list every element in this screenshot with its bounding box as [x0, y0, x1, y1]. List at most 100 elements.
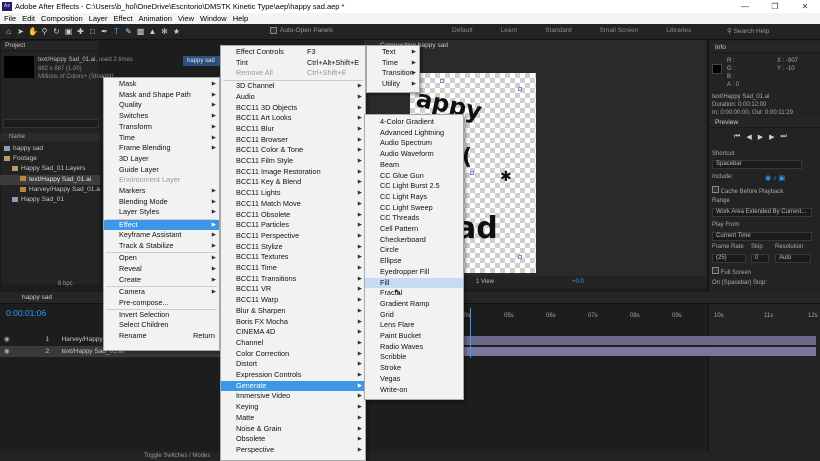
menu-item-blur-sharpen[interactable]: Blur & Sharpen ▶ [221, 306, 365, 317]
menu-item-perspective[interactable]: Perspective ▶ [221, 445, 365, 456]
menu-item-generate[interactable]: Generate ▶ [221, 380, 365, 392]
full-screen-option[interactable]: Full Screen [712, 267, 751, 276]
menu-item-3d-channel[interactable]: 3D Channel ▶ [221, 81, 365, 92]
play-from-select[interactable]: Current Time [712, 232, 812, 241]
menu-item-bcc11-transitions[interactable]: BCC11 Transitions ▶ [221, 274, 365, 285]
layer-bar-1[interactable] [464, 336, 816, 345]
eraser-tool-icon[interactable]: ▲ [148, 26, 157, 37]
menu-item-transition[interactable]: Transition ▶ [367, 68, 419, 79]
menu-item-bcc11-browser[interactable]: BCC11 Browser ▶ [221, 135, 365, 146]
shortcut-select[interactable]: Spacebar [712, 160, 802, 169]
menu-animation[interactable]: Animation [139, 13, 172, 24]
menu-item-channel[interactable]: Channel ▶ [221, 338, 365, 349]
menu-item-time[interactable]: Time ▶ [367, 58, 419, 69]
menu-item-boris-fx-mocha[interactable]: Boris FX Mocha ▶ [221, 317, 365, 328]
workspace-libraries[interactable]: Libraries [666, 27, 691, 34]
menu-item-immersive-video[interactable]: Immersive Video ▶ [221, 391, 365, 402]
workspace-default[interactable]: Default [452, 27, 473, 34]
menu-item-utility[interactable]: Utility ▶ [367, 79, 419, 90]
menu-item-audio-spectrum[interactable]: Audio Spectrum [365, 138, 463, 149]
close-icon[interactable]: ✕ [790, 0, 820, 13]
workspace-small-screen[interactable]: Small Screen [600, 27, 639, 34]
menu-item-bcc11-warp[interactable]: BCC11 Warp ▶ [221, 295, 365, 306]
transform-handle[interactable] [518, 87, 522, 91]
next-frame-icon[interactable]: ▶ [769, 133, 774, 141]
menu-item-bcc11-obsolete[interactable]: BCC11 Obsolete ▶ [221, 210, 365, 221]
menu-item-stroke[interactable]: Stroke [365, 363, 463, 374]
project-tree-item[interactable]: Happy Sad_01 Layers [0, 164, 100, 174]
menu-item-bcc11-perspective[interactable]: BCC11 Perspective ▶ [221, 231, 365, 242]
menu-item-create[interactable]: Create ▶ [104, 275, 219, 286]
menu-item-cinema-4d[interactable]: CINEMA 4D ▶ [221, 327, 365, 338]
menu-item-quality[interactable]: Quality ▶ [104, 100, 219, 111]
resolution-select[interactable]: Auto [775, 254, 811, 263]
timeline-tab[interactable]: happy sad [22, 294, 52, 301]
transform-handle[interactable] [470, 171, 474, 175]
view-count-select[interactable]: 1 View [476, 276, 494, 288]
exposure-value[interactable]: +0.0 [572, 276, 584, 288]
menu-item-effect-controls[interactable]: Effect Controls F3 [221, 47, 365, 58]
menu-item-switches[interactable]: Switches ▶ [104, 111, 219, 122]
menu-item-select-children[interactable]: Select Children [104, 320, 219, 331]
eye-icon[interactable]: ◉ [4, 348, 11, 355]
menu-item-bcc11-art-looks[interactable]: BCC11 Art Looks ▶ [221, 113, 365, 124]
menu-item-obsolete[interactable]: Obsolete ▶ [221, 434, 365, 445]
menu-item-audio[interactable]: Audio ▶ [221, 92, 365, 103]
column-header-name[interactable]: Name [0, 133, 100, 141]
pan-behind-icon[interactable]: ✚ [76, 26, 85, 37]
menu-item-eyedropper-fill[interactable]: Eyedropper Fill [365, 267, 463, 278]
menu-item-time[interactable]: Time ▶ [104, 133, 219, 144]
menu-item-checkerboard[interactable]: Checkerboard [365, 235, 463, 246]
toggle-switches-modes[interactable]: Toggle Switches / Modes [144, 451, 210, 461]
menu-item-vegas[interactable]: Vegas [365, 374, 463, 385]
menu-item-expression-controls[interactable]: Expression Controls ▶ [221, 370, 365, 381]
timeline-timecode[interactable]: 0:00:01:06 [6, 308, 46, 318]
bpc-label[interactable]: 8 bpc [58, 281, 73, 287]
skip-select[interactable]: 0 [751, 254, 769, 263]
menu-item-scribble[interactable]: Scribble [365, 352, 463, 363]
rotate-tool-icon[interactable]: ↻ [52, 26, 61, 37]
preview-tab[interactable]: Preview [709, 118, 820, 128]
type-tool-icon[interactable]: T [112, 26, 121, 37]
transform-handle[interactable] [440, 79, 444, 83]
menu-item-beam[interactable]: Beam [365, 160, 463, 171]
project-tree-item[interactable]: Happy Sad_01 [0, 195, 100, 205]
menu-item-markers[interactable]: Markers ▶ [104, 186, 219, 197]
menu-item-3d-layer[interactable]: 3D Layer [104, 154, 219, 165]
menu-item-bcc11-blur[interactable]: BCC11 Blur ▶ [221, 124, 365, 135]
first-frame-icon[interactable]: ⏮ [734, 133, 740, 141]
menu-item-blending-mode[interactable]: Blending Mode ▶ [104, 197, 219, 208]
transform-handle[interactable] [518, 255, 522, 259]
menu-item-text[interactable]: Text ▶ [367, 47, 419, 58]
menu-item-bcc11-stylize[interactable]: BCC11 Stylize ▶ [221, 242, 365, 253]
cache-checkbox[interactable] [712, 186, 719, 193]
project-tree-item[interactable]: Footage [0, 154, 100, 164]
zoom-tool-icon[interactable]: ⚲ [40, 26, 49, 37]
menu-item-paint-bucket[interactable]: Paint Bucket [365, 331, 463, 342]
menu-item-cell-pattern[interactable]: Cell Pattern [365, 224, 463, 235]
hand-tool-icon[interactable]: ✋ [28, 26, 38, 37]
menu-item-circle[interactable]: Circle [365, 245, 463, 256]
menu-item-color-correction[interactable]: Color Correction ▶ [221, 349, 365, 360]
menu-edit[interactable]: Edit [22, 13, 35, 24]
timeline-ruler[interactable]: 0s 05s 06s 07s 08s 09s 10s 11s 12s [464, 311, 820, 321]
menu-item-tint[interactable]: Tint Ctrl+Alt+Shift+E [221, 58, 365, 69]
menu-item-write-on[interactable]: Write-on [365, 385, 463, 396]
menu-help[interactable]: Help [233, 13, 248, 24]
menu-item-frame-blending[interactable]: Frame Blending ▶ [104, 143, 219, 154]
menu-item-fractal[interactable]: Fractal [365, 288, 463, 299]
menu-effect[interactable]: Effect [113, 13, 132, 24]
puppet-tool-icon[interactable]: ★ [172, 26, 181, 37]
menu-item-cc-light-rays[interactable]: CC Light Rays [365, 192, 463, 203]
minimize-icon[interactable]: — [730, 0, 760, 13]
project-tree-item[interactable]: happy sad [0, 144, 100, 154]
menu-item-effect[interactable]: Effect ▶ [104, 219, 219, 231]
menu-item-noise-grain[interactable]: Noise & Grain ▶ [221, 424, 365, 435]
play-icon[interactable]: ▶ [758, 133, 763, 141]
menu-item-cc-light-sweep[interactable]: CC Light Sweep [365, 203, 463, 214]
pen-tool-icon[interactable]: ✒ [100, 26, 109, 37]
menu-item-audio-waveform[interactable]: Audio Waveform [365, 149, 463, 160]
selection-tool-icon[interactable]: ➤ [16, 26, 25, 37]
menu-item-track-stabilize[interactable]: Track & Stabilize ▶ [104, 241, 219, 252]
menu-item-cc-light-burst-2-5[interactable]: CC Light Burst 2.5 [365, 181, 463, 192]
